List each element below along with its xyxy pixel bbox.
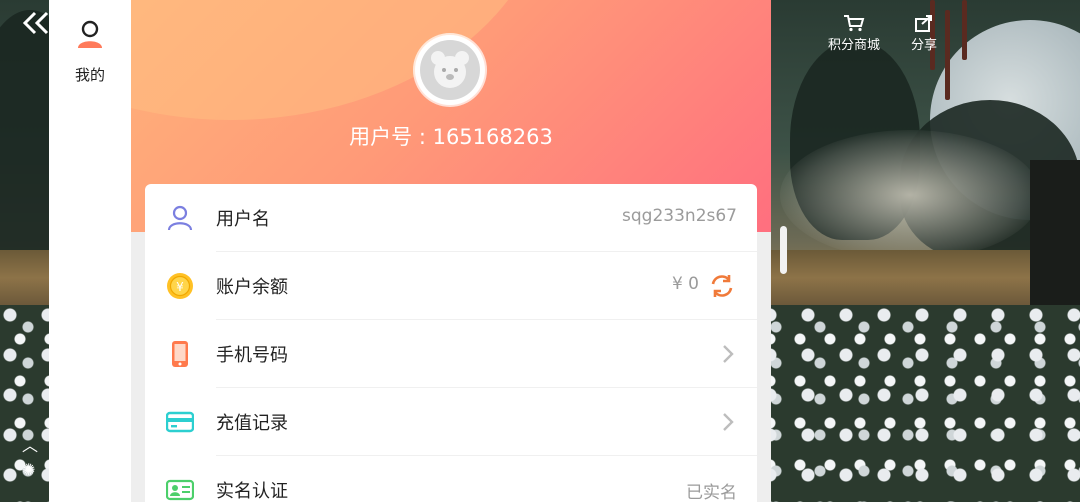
points-mall-label: 积分商城 [828, 38, 881, 53]
row-label: 手机号码 [216, 345, 288, 366]
side-tab-bar: 我的 [49, 0, 131, 502]
person-icon [167, 205, 193, 231]
row-label: 账户余额 [216, 277, 288, 298]
row-label: 充值记录 [216, 413, 288, 434]
chevron-right-icon [723, 413, 734, 431]
fog [780, 130, 1040, 260]
row-real-name-verification[interactable]: 实名认证 已实名 [145, 456, 757, 502]
verification-status: 已实名 [686, 483, 737, 502]
points-mall-button[interactable]: 积分商城 [828, 14, 880, 53]
cart-icon [844, 15, 865, 32]
brightness-icon[interactable]: ✺ [22, 460, 35, 479]
header-decoration [131, 0, 551, 120]
tab-label: 我的 [74, 66, 105, 84]
back-button[interactable] [20, 10, 52, 40]
pavilion [1030, 160, 1080, 310]
row-username: 用户名 sqg233n2s67 [145, 184, 757, 252]
row-balance: ¥ 账户余额 ¥ 0 [145, 252, 757, 320]
user-id: 用户号 : 165168263 [349, 125, 553, 149]
user-icon [78, 20, 102, 48]
phone-icon [172, 341, 188, 367]
id-card-icon [166, 479, 194, 501]
row-label: 实名认证 [216, 481, 288, 502]
collapse-up-icon[interactable]: ︿ [22, 432, 38, 456]
back-arrow-icon [22, 11, 49, 35]
share-button[interactable]: 分享 [911, 14, 937, 53]
username-value: sqg233n2s67 [622, 206, 737, 226]
card-icon [166, 411, 194, 433]
wind-chime [945, 10, 950, 100]
coin-icon: ¥ [167, 273, 193, 299]
row-recharge-history[interactable]: 充值记录 [145, 388, 757, 456]
account-info-card: 用户名 sqg233n2s67 ¥ 账户余额 ¥ 0 手机号码 充值记录 实名认… [145, 184, 757, 502]
scrollbar-thumb[interactable] [780, 226, 787, 274]
profile-panel: 用户号 : 165168263 用户名 sqg233n2s67 ¥ 账户余额 ¥… [131, 0, 771, 502]
wind-chime [962, 0, 967, 60]
share-label: 分享 [911, 38, 938, 53]
refresh-icon[interactable] [709, 273, 735, 299]
avatar[interactable] [415, 35, 485, 105]
balance-value: ¥ 0 [671, 274, 699, 294]
row-label: 用户名 [216, 209, 270, 230]
row-phone[interactable]: 手机号码 [145, 320, 757, 388]
svg-text:¥: ¥ [176, 280, 184, 294]
bear-avatar-icon [431, 51, 469, 88]
chevron-right-icon [723, 345, 734, 363]
share-icon [915, 15, 932, 32]
